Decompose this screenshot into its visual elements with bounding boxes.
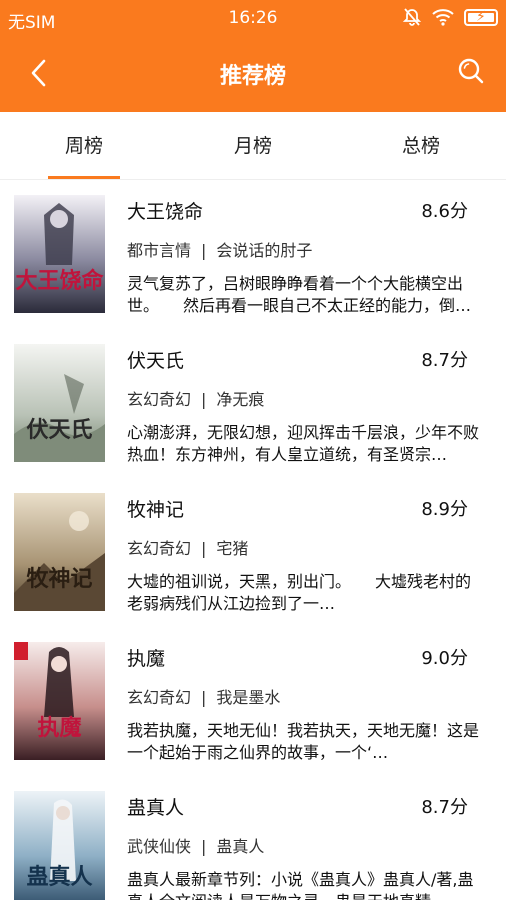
list-item[interactable]: 牧神记 牧神记 8.9分 玄幻奇幻 | 宅猪 大墟的祖训说，天黑，别出门。 大墟残老…	[0, 479, 506, 628]
tab-monthly[interactable]: 月榜	[169, 112, 337, 180]
list-item[interactable]: 伏天氏 伏天氏 8.7分 玄幻奇幻 | 净无痕 心潮澎湃，无限幻想，迎风挥击千层浪，…	[0, 330, 506, 479]
book-score: 8.7分	[421, 797, 468, 818]
book-score: 8.7分	[421, 350, 468, 371]
book-description: 我若执魔，天地无仙！我若执天，天地无魔！这是一个起始于雨之仙界的故事，一个‘…	[127, 721, 480, 762]
book-cover: 蛊真人	[14, 791, 105, 900]
book-meta: 都市言情 | 会说话的肘子	[127, 237, 312, 261]
book-cover: 牧神记	[14, 493, 105, 611]
nav-bar: 推荐榜	[0, 36, 506, 112]
status-bar: 无SIM 16:26 ⚡	[0, 0, 506, 36]
book-category: 玄幻奇幻	[127, 539, 192, 558]
meta-divider: |	[201, 539, 207, 558]
book-category: 武侠仙侠	[127, 837, 192, 856]
search-icon	[458, 58, 484, 84]
cover-art	[14, 493, 105, 611]
cover-title: 蛊真人	[26, 864, 93, 890]
book-title: 蛊真人	[127, 797, 185, 819]
cover-title: 执魔	[37, 715, 82, 741]
list-item[interactable]: 大王饶命 大王饶命 8.6分 都市言情 | 会说话的肘子 灵气复苏了，吕树眼睁睁看着…	[0, 181, 506, 330]
cover-art	[14, 344, 105, 462]
book-author: 净无痕	[216, 390, 265, 409]
wifi-icon	[432, 9, 454, 26]
cover-title: 大王饶命	[15, 268, 104, 294]
book-cover: 伏天氏	[14, 344, 105, 462]
status-icons: ⚡	[402, 7, 498, 27]
cover-title: 伏天氏	[26, 417, 93, 443]
book-score: 8.6分	[421, 201, 468, 222]
alarm-muted-icon	[402, 8, 422, 26]
cover-title: 牧神记	[26, 566, 93, 592]
book-category: 玄幻奇幻	[127, 390, 192, 409]
book-meta: 玄幻奇幻 | 净无痕	[127, 386, 264, 410]
book-description: 蛊真人最新章节列：小说《蛊真人》蛊真人/著,蛊真人全文阅读人是万物之灵，蛊是天地…	[127, 870, 474, 900]
book-score: 8.9分	[421, 499, 468, 520]
tab-overall[interactable]: 总榜	[337, 112, 505, 180]
book-category: 都市言情	[127, 241, 192, 260]
book-cover: 大王饶命	[14, 195, 105, 313]
book-description: 心潮澎湃，无限幻想，迎风挥击千层浪，少年不败热血！东方神州，有人皇立道统，有圣贤…	[127, 423, 480, 464]
book-cover: 执魔	[14, 642, 105, 760]
book-author: 我是墨水	[216, 688, 281, 707]
book-author: 蛊真人	[216, 837, 265, 856]
list-item[interactable]: 蛊真人 蛊真人 8.7分 武侠仙侠 | 蛊真人 蛊真人最新章节列：小说《蛊真人》蛊真…	[0, 777, 506, 900]
meta-divider: |	[201, 688, 207, 707]
book-list: 大王饶命 大王饶命 8.6分 都市言情 | 会说话的肘子 灵气复苏了，吕树眼睁睁看着…	[0, 181, 506, 900]
book-description: 灵气复苏了，吕树眼睁睁看着一个个大能横空出世。 然后再看一眼自己不太正经的能力，…	[127, 274, 464, 315]
book-category: 玄幻奇幻	[127, 688, 192, 707]
book-description: 大墟的祖训说，天黑，别出门。 大墟残老村的老弱病残们从江边捡到了一…	[127, 572, 472, 613]
meta-divider: |	[201, 390, 207, 409]
book-author: 会说话的肘子	[216, 241, 313, 260]
book-title: 大王饶命	[127, 201, 204, 223]
list-item[interactable]: 执魔 执魔 9.0分 玄幻奇幻 | 我是墨水 我若执魔，天地无仙！我若执天，天地无魔…	[0, 628, 506, 777]
battery-icon: ⚡	[464, 8, 498, 26]
book-author: 宅猪	[216, 539, 249, 558]
book-title: 执魔	[127, 648, 166, 670]
app-header: 无SIM 16:26 ⚡ 推荐榜	[0, 0, 506, 112]
page-title: 推荐榜	[219, 64, 286, 89]
active-tab-indicator	[48, 176, 120, 179]
book-score: 9.0分	[421, 648, 468, 669]
book-meta: 玄幻奇幻 | 宅猪	[127, 535, 248, 559]
search-button[interactable]	[456, 56, 486, 86]
cover-art	[14, 642, 105, 760]
book-title: 牧神记	[127, 499, 185, 521]
meta-divider: |	[201, 241, 207, 260]
cover-art	[14, 195, 105, 313]
meta-divider: |	[201, 837, 207, 856]
book-meta: 玄幻奇幻 | 我是墨水	[127, 684, 280, 708]
ranking-tabs: 周榜 月榜 总榜	[0, 112, 506, 180]
book-title: 伏天氏	[127, 350, 185, 372]
book-meta: 武侠仙侠 | 蛊真人	[127, 833, 264, 857]
tab-weekly[interactable]: 周榜	[0, 112, 168, 180]
